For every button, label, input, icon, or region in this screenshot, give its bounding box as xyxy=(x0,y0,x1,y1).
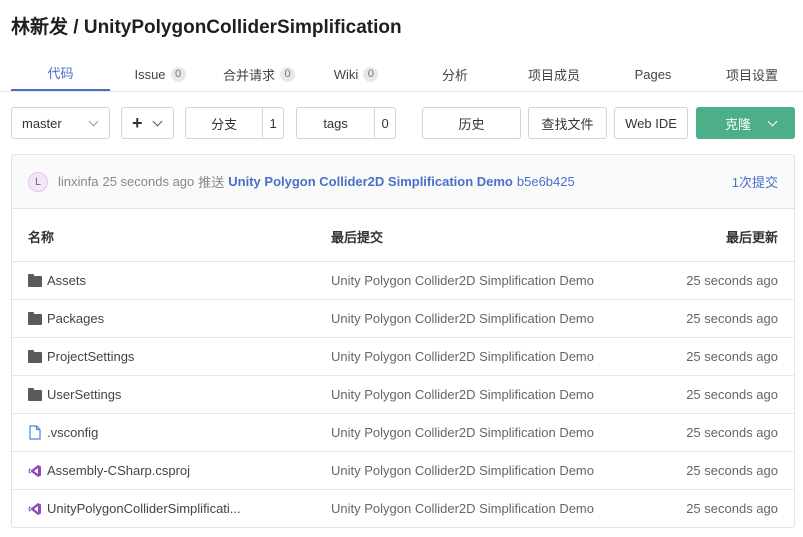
page-title: 林新发 / UnityPolygonColliderSimplification xyxy=(11,12,402,39)
update-time: 25 seconds ago xyxy=(686,463,778,478)
latest-commit-bar: L linxinfa 25 seconds ago 推送 Unity Polyg… xyxy=(12,155,794,209)
table-row[interactable]: Assembly-CSharp.csproj Unity Polygon Col… xyxy=(12,452,794,490)
history-button[interactable]: 历史 xyxy=(422,107,521,139)
header-last-commit: 最后提交 xyxy=(331,230,384,245)
table-row[interactable]: ProjectSettings Unity Polygon Collider2D… xyxy=(12,338,794,376)
repo-name-link[interactable]: UnityPolygonColliderSimplification xyxy=(84,17,402,38)
commit-sha-link[interactable]: b5e6b425 xyxy=(517,174,575,189)
file-icon xyxy=(29,425,41,440)
clone-button[interactable]: 克隆 xyxy=(696,107,795,139)
update-time: 25 seconds ago xyxy=(686,501,778,516)
branches-button[interactable]: 分支 1 xyxy=(185,107,284,139)
chevron-down-icon xyxy=(767,116,778,126)
visual-studio-icon xyxy=(28,502,41,515)
file-name[interactable]: UnityPolygonColliderSimplificati... xyxy=(47,501,241,516)
tags-button[interactable]: tags 0 xyxy=(296,107,396,139)
update-time: 25 seconds ago xyxy=(686,311,778,326)
table-row[interactable]: UserSettings Unity Polygon Collider2D Si… xyxy=(12,376,794,414)
file-browser: L linxinfa 25 seconds ago 推送 Unity Polyg… xyxy=(11,154,795,528)
wiki-count-badge: 0 xyxy=(363,66,379,82)
table-row[interactable]: .vsconfig Unity Polygon Collider2D Simpl… xyxy=(12,414,794,452)
repo-owner-link[interactable]: 林新发 xyxy=(11,17,68,38)
commit-author[interactable]: linxinfa xyxy=(58,174,98,189)
tab-merge-requests[interactable]: 合并请求 0 xyxy=(212,56,306,92)
tab-wiki[interactable]: Wiki 0 xyxy=(318,56,394,92)
folder-icon xyxy=(28,350,42,363)
commit-message[interactable]: Unity Polygon Collider2D Simplification … xyxy=(331,387,594,402)
commit-message-link[interactable]: Unity Polygon Collider2D Simplification … xyxy=(228,174,513,189)
table-row[interactable]: Assets Unity Polygon Collider2D Simplifi… xyxy=(12,262,794,300)
folder-icon xyxy=(28,388,42,401)
tab-pages[interactable]: Pages xyxy=(620,56,686,92)
file-name[interactable]: ProjectSettings xyxy=(47,349,134,364)
commit-message[interactable]: Unity Polygon Collider2D Simplification … xyxy=(331,349,594,364)
visual-studio-icon xyxy=(28,464,41,477)
commit-message[interactable]: Unity Polygon Collider2D Simplification … xyxy=(331,463,594,478)
file-name[interactable]: UserSettings xyxy=(47,387,121,402)
tab-analysis[interactable]: 分析 xyxy=(420,56,490,92)
branch-select[interactable]: master xyxy=(11,107,110,139)
tab-members[interactable]: 项目成员 xyxy=(514,56,594,92)
tab-issue[interactable]: Issue 0 xyxy=(120,56,200,92)
repo-tabs: 代码 Issue 0 合并请求 0 Wiki 0 分析 项目成员 Pages 项目设置 xyxy=(0,56,803,92)
tab-code[interactable]: 代码 xyxy=(11,56,110,91)
web-ide-button[interactable]: Web IDE xyxy=(614,107,688,139)
table-row[interactable]: UnityPolygonColliderSimplificati... Unit… xyxy=(12,490,794,527)
branches-count: 1 xyxy=(262,108,283,138)
header-name: 名称 xyxy=(28,230,55,245)
chevron-down-icon xyxy=(88,116,99,126)
avatar[interactable]: L xyxy=(28,171,48,192)
commit-time: 25 seconds ago xyxy=(102,174,195,189)
tags-count: 0 xyxy=(374,108,395,138)
plus-icon: + xyxy=(132,112,143,133)
update-time: 25 seconds ago xyxy=(686,425,778,440)
file-name[interactable]: Packages xyxy=(47,311,104,326)
title-separator: / xyxy=(73,17,79,38)
merge-requests-count-badge: 0 xyxy=(280,66,295,82)
folder-icon xyxy=(28,274,42,287)
file-name[interactable]: Assets xyxy=(47,273,86,288)
update-time: 25 seconds ago xyxy=(686,349,778,364)
issue-count-badge: 0 xyxy=(170,66,186,82)
tab-settings[interactable]: 项目设置 xyxy=(712,56,792,92)
table-row[interactable]: Packages Unity Polygon Collider2D Simpli… xyxy=(12,300,794,338)
folder-icon xyxy=(28,312,42,325)
update-time: 25 seconds ago xyxy=(686,387,778,402)
update-time: 25 seconds ago xyxy=(686,273,778,288)
commit-message[interactable]: Unity Polygon Collider2D Simplification … xyxy=(331,311,594,326)
commit-action: 推送 xyxy=(198,175,225,190)
commit-message[interactable]: Unity Polygon Collider2D Simplification … xyxy=(331,425,594,440)
commits-count-link[interactable]: 1次提交 xyxy=(732,172,778,191)
header-last-update: 最后更新 xyxy=(725,230,778,245)
add-dropdown-button[interactable]: + xyxy=(121,107,174,139)
commit-message[interactable]: Unity Polygon Collider2D Simplification … xyxy=(331,501,594,516)
chevron-down-icon xyxy=(152,116,163,126)
table-header: 名称 最后提交 最后更新 xyxy=(12,209,794,262)
file-name[interactable]: Assembly-CSharp.csproj xyxy=(47,463,190,478)
file-name[interactable]: .vsconfig xyxy=(47,425,98,440)
find-file-button[interactable]: 查找文件 xyxy=(528,107,607,139)
commit-message[interactable]: Unity Polygon Collider2D Simplification … xyxy=(331,273,594,288)
